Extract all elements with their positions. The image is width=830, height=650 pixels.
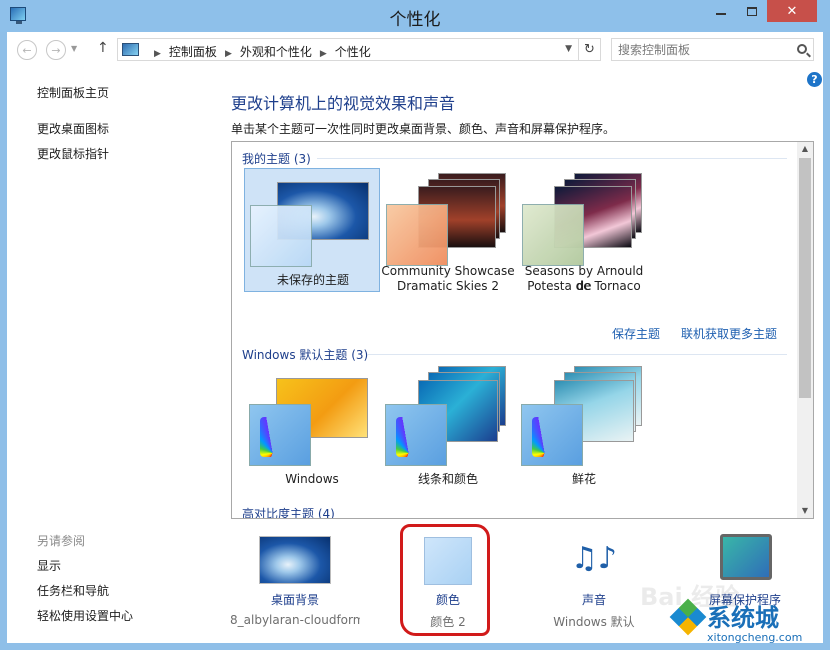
close-button[interactable]: ✕ (767, 0, 817, 22)
see-also-heading: 另请参阅 (37, 534, 86, 548)
see-also-display-link[interactable]: 显示 (37, 557, 61, 574)
scroll-up-icon[interactable]: ▲ (797, 142, 813, 156)
screen-saver-icon (720, 534, 772, 580)
theme-community-showcase[interactable]: Community Showcase Dramatic Skies 2 (380, 168, 516, 293)
desktop-background-value: 8_albylaran-cloudform... (230, 613, 360, 627)
address-dropdown-icon[interactable]: ▼ (565, 44, 572, 54)
color-fan-icon (532, 417, 574, 457)
desktop-background-setting[interactable]: 桌面背景 8_albylaran-cloudform... (230, 532, 360, 637)
theme-flowers[interactable]: 鲜花 (516, 364, 652, 488)
chevron-right-icon: ▶ (154, 49, 161, 59)
theme-unsaved[interactable]: 未保存的主题 (244, 168, 380, 292)
windows-logo-icon (669, 598, 707, 636)
change-desktop-icons-link[interactable]: 更改桌面图标 (37, 120, 109, 137)
group-title-windows-default[interactable]: Windows 默认主题 (3) (242, 346, 368, 363)
back-button[interactable]: ← (17, 40, 37, 60)
group-divider (367, 354, 787, 355)
site-watermark: 系统城 xitongcheng.com (669, 598, 830, 650)
scroll-down-icon[interactable]: ▼ (797, 504, 813, 518)
navigation-bar: ← → ▼ ↑ ▶ 控制面板 ▶ 外观和个性化 ▶ 个性化 ▼ ↻ (7, 32, 823, 68)
address-bar[interactable]: ▶ 控制面板 ▶ 外观和个性化 ▶ 个性化 ▼ ↻ (117, 38, 601, 61)
watermark-url: xitongcheng.com (707, 631, 803, 644)
desktop-background-thumbnail (259, 536, 331, 584)
get-more-themes-online-link[interactable]: 联机获取更多主题 (681, 325, 777, 342)
change-mouse-pointers-link[interactable]: 更改鼠标指针 (37, 145, 109, 162)
up-arrow-icon[interactable]: ↑ (97, 40, 109, 56)
theme-windows[interactable]: Windows (244, 364, 380, 488)
close-icon: ✕ (786, 3, 798, 19)
forward-arrow-icon: → (51, 43, 61, 57)
breadcrumb-appearance[interactable]: 外观和个性化 (240, 45, 312, 59)
breadcrumb-personalization[interactable]: 个性化 (335, 45, 371, 59)
maximize-button[interactable] (738, 0, 766, 22)
search-icon[interactable] (797, 44, 807, 54)
theme-label: 未保存的主题 (276, 273, 349, 287)
see-also-ease-of-access-link[interactable]: 轻松使用设置中心 (37, 607, 133, 624)
theme-lines-and-colors[interactable]: 线条和颜色 (380, 364, 516, 488)
desktop-background-label[interactable]: 桌面背景 (230, 591, 360, 608)
color-swatch (386, 204, 448, 266)
color-fan-icon (396, 417, 438, 457)
color-swatch (385, 404, 447, 466)
help-icon[interactable]: ? (807, 72, 822, 87)
breadcrumb-control-panel[interactable]: 控制面板 (169, 45, 217, 59)
theme-label: Windows (285, 472, 339, 486)
theme-seasons[interactable]: Seasons by Arnould de Potesta de Tornaco (516, 168, 652, 293)
sound-value: Windows 默认 (553, 615, 635, 629)
group-divider (317, 158, 787, 159)
breadcrumb: ▶ 控制面板 ▶ 外观和个性化 ▶ 个性化 (146, 43, 371, 60)
chevron-right-icon[interactable]: ▶ (225, 49, 232, 59)
scroll-thumb[interactable] (799, 158, 811, 398)
save-theme-link[interactable]: 保存主题 (612, 325, 660, 342)
minimize-icon (716, 13, 726, 15)
search-input[interactable] (618, 42, 788, 57)
music-notes-icon: ♫♪ (570, 541, 618, 576)
theme-label: 鲜花 (571, 472, 596, 486)
page-title: 更改计算机上的视觉效果和声音 (231, 94, 456, 113)
forward-button[interactable]: → (46, 40, 66, 60)
color-swatch (521, 404, 583, 466)
title-bar: 个性化 ✕ (0, 0, 830, 32)
refresh-button[interactable]: ↻ (578, 39, 600, 60)
window-client: ← → ▼ ↑ ▶ 控制面板 ▶ 外观和个性化 ▶ 个性化 ▼ ↻ ? 控制面板主页 更改… (7, 32, 823, 643)
color-swatch (522, 204, 584, 266)
minimize-button[interactable] (707, 0, 735, 22)
window-title: 个性化 (389, 10, 441, 30)
group-title-my-themes[interactable]: 我的主题 (3) (242, 150, 311, 167)
maximize-icon (747, 6, 757, 16)
color-fan-icon (260, 417, 302, 457)
chevron-right-icon[interactable]: ▶ (320, 49, 327, 59)
vertical-scrollbar[interactable]: ▲ ▼ (797, 142, 813, 518)
red-highlight-circle (400, 524, 490, 636)
color-swatch (249, 404, 311, 466)
refresh-icon: ↻ (584, 42, 595, 57)
theme-label-line-1: Community Showcase (381, 264, 515, 278)
see-also-taskbar-link[interactable]: 任务栏和导航 (37, 582, 109, 599)
back-arrow-icon: ← (22, 43, 32, 57)
group-title-high-contrast[interactable]: 高对比度主题 (4) (242, 505, 335, 518)
search-box[interactable] (611, 38, 814, 61)
control-panel-home-link[interactable]: 控制面板主页 (37, 84, 109, 101)
theme-label-line-2: Potesta de Tornaco (527, 279, 641, 293)
recent-locations-chevron-icon[interactable]: ▼ (71, 44, 77, 53)
theme-list: 我的主题 (3) 未保存的主题 Community Showcase Drama… (231, 141, 814, 519)
control-panel-icon (122, 43, 139, 56)
page-description: 单击某个主题可一次性同时更改桌面背景、颜色、声音和屏幕保护程序。 (231, 122, 616, 136)
theme-label: 线条和颜色 (417, 472, 478, 486)
theme-label-line-2: Dramatic Skies 2 (396, 279, 499, 293)
color-swatch (250, 205, 312, 267)
watermark-title: 系统城 (707, 604, 779, 632)
